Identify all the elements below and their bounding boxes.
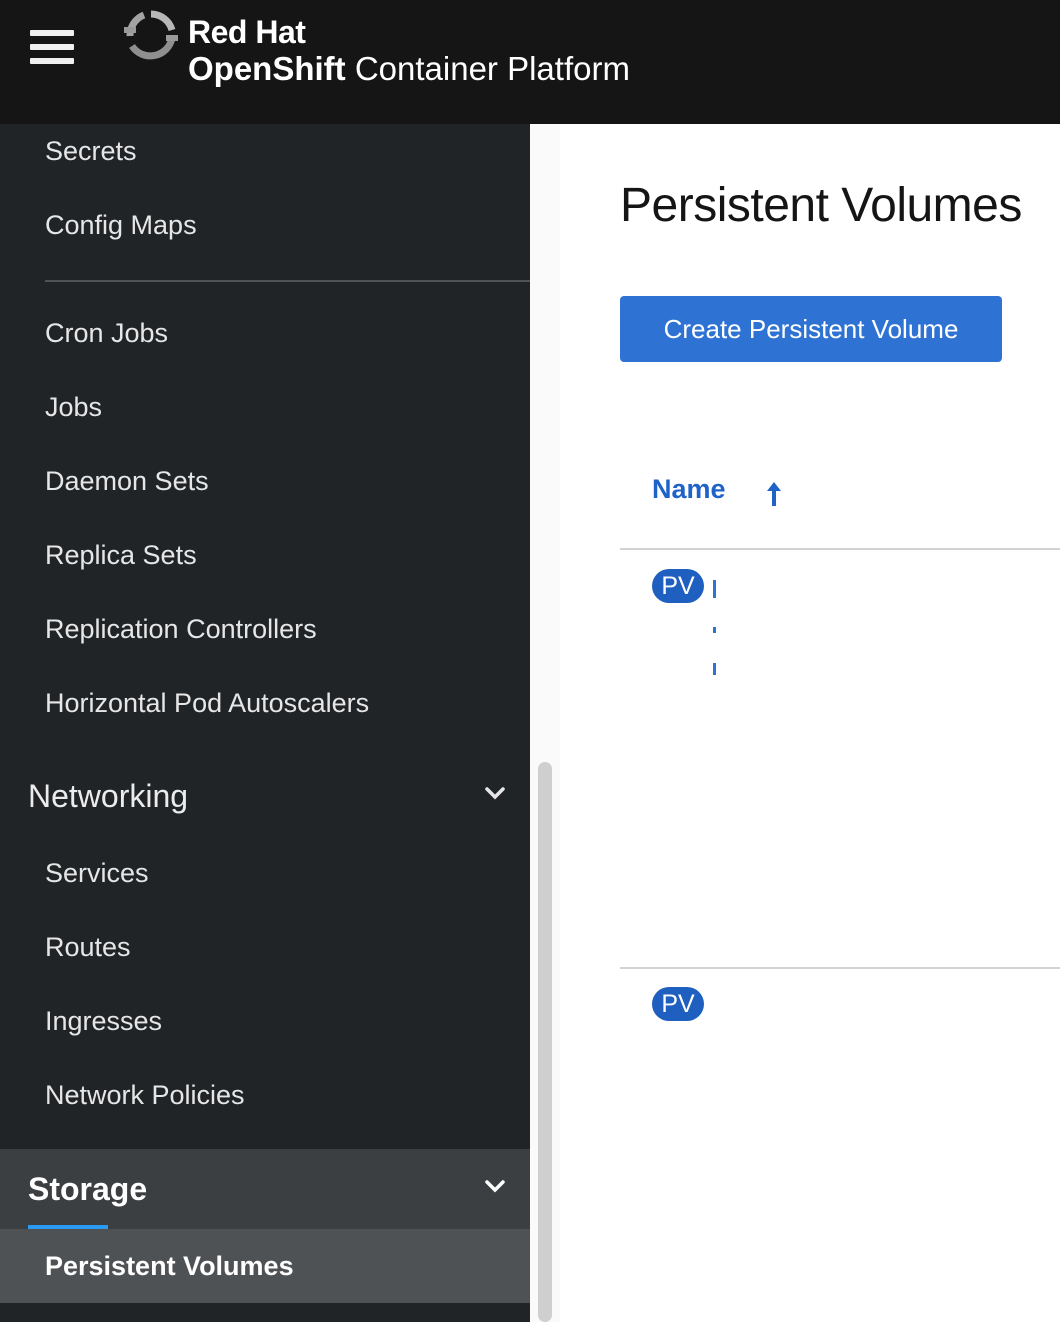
create-persistent-volume-button[interactable]: Create Persistent Volume: [620, 296, 1002, 362]
sidebar-scrollbar-thumb[interactable]: [538, 762, 552, 1322]
sort-ascending-icon[interactable]: [764, 480, 784, 508]
sidebar-item-secrets[interactable]: Secrets: [0, 124, 530, 181]
sidebar-item-config-maps[interactable]: Config Maps: [0, 195, 530, 255]
table-row-link[interactable]: [713, 627, 716, 633]
nav-group-networking[interactable]: Networking: [0, 756, 530, 836]
sidebar-item-horizontal-pod-autoscalers[interactable]: Horizontal Pod Autoscalers: [0, 673, 530, 733]
table-row-link[interactable]: [713, 580, 716, 598]
pv-resource-badge: PV: [652, 987, 704, 1021]
sidebar-item-persistent-volumes[interactable]: Persistent Volumes: [0, 1229, 530, 1303]
table-row-link[interactable]: [713, 663, 716, 675]
sidebar-nav: Secrets Config Maps Cron Jobs Jobs Daemo…: [0, 124, 530, 1322]
sidebar-item-cron-jobs[interactable]: Cron Jobs: [0, 303, 530, 363]
sidebar-item-replication-controllers[interactable]: Replication Controllers: [0, 599, 530, 659]
sidebar-item-ingresses[interactable]: Ingresses: [0, 991, 530, 1051]
redhat-openshift-logo[interactable]: [122, 8, 180, 60]
nav-divider: [45, 280, 530, 282]
pv-resource-badge: PV: [652, 569, 704, 603]
sidebar-item-daemon-sets[interactable]: Daemon Sets: [0, 451, 530, 511]
table-row-divider: [620, 548, 1060, 550]
sidebar-item-routes[interactable]: Routes: [0, 917, 530, 977]
page-title: Persistent Volumes: [620, 179, 1022, 232]
brand-redhat: Red Hat: [188, 14, 306, 50]
chevron-down-icon: [485, 1180, 505, 1193]
column-header-name[interactable]: Name: [652, 474, 726, 505]
brand-product-name: OpenShift Container Platform: [188, 50, 630, 87]
sidebar-item-network-policies[interactable]: Network Policies: [0, 1065, 530, 1125]
hamburger-icon[interactable]: [30, 30, 74, 68]
chevron-down-icon: [485, 787, 505, 800]
nav-group-storage[interactable]: Storage: [0, 1149, 530, 1229]
table-row-divider: [620, 967, 1060, 969]
masthead: Red Hat OpenShift Container Platform: [0, 0, 1060, 124]
sidebar-item-jobs[interactable]: Jobs: [0, 377, 530, 437]
sidebar-item-services[interactable]: Services: [0, 843, 530, 903]
sidebar-item-replica-sets[interactable]: Replica Sets: [0, 525, 530, 585]
